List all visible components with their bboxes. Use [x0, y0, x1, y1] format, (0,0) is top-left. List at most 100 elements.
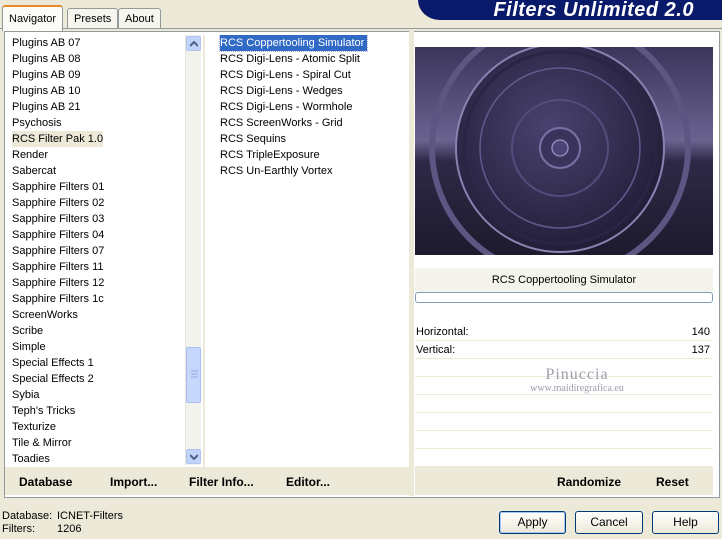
param-empty-row — [415, 431, 713, 449]
category-item-label: Tile & Mirror — [12, 437, 72, 449]
param-vertical[interactable]: Vertical: 137 — [415, 342, 713, 359]
category-item[interactable]: Scribe — [9, 323, 185, 339]
scroll-up-button[interactable] — [186, 36, 201, 51]
filter-item[interactable]: RCS Un-Earthly Vortex — [217, 163, 407, 179]
filter-item-label: RCS TripleExposure — [220, 149, 320, 161]
category-item-label: Render — [12, 149, 49, 161]
tab-presets[interactable]: Presets — [67, 8, 119, 29]
param-value: 137 — [691, 344, 710, 356]
editor-button[interactable]: Editor... — [286, 475, 330, 489]
category-item[interactable]: Sapphire Filters 07 — [9, 243, 185, 259]
category-item[interactable]: Tile & Mirror — [9, 435, 185, 451]
chevron-down-icon — [190, 454, 198, 460]
status-value: ICNET-Filters — [57, 510, 123, 522]
status-label: Filters: — [2, 523, 35, 535]
category-item[interactable]: Sapphire Filters 01 — [9, 179, 185, 195]
category-item[interactable]: Sybia — [9, 387, 185, 403]
filter-item-label: RCS Un-Earthly Vortex — [220, 165, 333, 177]
filter-item[interactable]: RCS Digi-Lens - Wormhole — [217, 99, 407, 115]
category-item-label: Simple — [12, 341, 46, 353]
tab-divider — [0, 28, 722, 29]
cancel-button[interactable]: Cancel — [575, 511, 643, 534]
category-item[interactable]: Texturize — [9, 419, 185, 435]
category-item-label: Special Effects 2 — [12, 373, 94, 385]
category-item[interactable]: Psychosis — [9, 115, 185, 131]
scroll-down-button[interactable] — [186, 449, 201, 464]
header-banner: Filters Unlimited 2.0 — [418, 0, 722, 21]
filter-item[interactable]: RCS Digi-Lens - Atomic Split — [217, 51, 407, 67]
category-item-label: Scribe — [12, 325, 44, 337]
category-item-label: ScreenWorks — [12, 309, 78, 321]
category-item[interactable]: Special Effects 1 — [9, 355, 185, 371]
preview-image — [415, 47, 713, 255]
param-empty-row — [415, 395, 713, 413]
category-item-label: Psychosis — [12, 117, 62, 129]
category-item-label: Sapphire Filters 01 — [12, 181, 105, 193]
filter-item[interactable]: RCS Sequins — [217, 131, 407, 147]
category-item[interactable]: Plugins AB 08 — [9, 51, 185, 67]
help-button[interactable]: Help — [652, 511, 719, 534]
param-horizontal[interactable]: Horizontal: 140 — [415, 324, 713, 341]
watermark-url: www.maidiregrafica.eu — [530, 383, 624, 394]
category-list[interactable]: Plugins AB 07 Plugins AB 08 Plugins AB 09 P… — [9, 35, 185, 467]
category-item[interactable]: Plugins AB 07 — [9, 35, 185, 51]
filter-item[interactable]: RCS Digi-Lens - Spiral Cut — [217, 67, 407, 83]
filter-item-label: RCS Digi-Lens - Wedges — [220, 85, 343, 97]
filter-item[interactable]: RCS Digi-Lens - Wedges — [217, 83, 407, 99]
filter-item-label: RCS Digi-Lens - Atomic Split — [220, 53, 360, 65]
category-item-label: Plugins AB 08 — [12, 53, 81, 65]
category-item-label: Plugins AB 07 — [12, 37, 81, 49]
category-item-label: Sabercat — [12, 165, 57, 177]
category-item[interactable]: Sabercat — [9, 163, 185, 179]
param-empty-row — [415, 449, 713, 467]
separator — [409, 31, 414, 496]
watermark-name: Pinuccia — [545, 366, 609, 383]
category-item[interactable]: Sapphire Filters 11 — [9, 259, 185, 275]
import-button[interactable]: Import... — [110, 475, 157, 489]
reset-button[interactable]: Reset — [656, 475, 689, 489]
filter-item-label: RCS Digi-Lens - Spiral Cut — [220, 69, 351, 81]
category-item[interactable]: Sapphire Filters 1c — [9, 291, 185, 307]
category-item-label: Sapphire Filters 07 — [12, 245, 105, 257]
filter-item-label: RCS ScreenWorks - Grid — [220, 117, 343, 129]
watermark: Pinuccia www.maidiregrafica.eu — [512, 366, 642, 394]
category-item[interactable]: Sapphire Filters 12 — [9, 275, 185, 291]
category-item-label: Sapphire Filters 03 — [12, 213, 105, 225]
category-item-label: Sapphire Filters 1c — [12, 293, 104, 305]
category-item[interactable]: Plugins AB 10 — [9, 83, 185, 99]
status-value: 1206 — [57, 523, 82, 535]
category-item[interactable]: Plugins AB 09 — [9, 67, 185, 83]
category-item-label: Teph's Tricks — [12, 405, 76, 417]
scroll-thumb[interactable] — [186, 347, 201, 403]
category-item[interactable]: Render — [9, 147, 185, 163]
category-item-label: Toadies — [12, 453, 50, 465]
category-item[interactable]: Plugins AB 21 — [9, 99, 185, 115]
category-item-label: Sapphire Filters 11 — [12, 261, 104, 273]
category-item[interactable]: Toadies — [9, 451, 185, 467]
filter-item[interactable]: RCS ScreenWorks - Grid — [217, 115, 407, 131]
tab-navigator[interactable]: Navigator — [2, 5, 64, 31]
filter-item[interactable]: RCS Coppertooling Simulator — [217, 35, 407, 52]
database-button[interactable]: Database — [19, 475, 72, 489]
category-item[interactable]: Sapphire Filters 03 — [9, 211, 185, 227]
category-scrollbar[interactable] — [185, 35, 201, 465]
tab-about[interactable]: About — [118, 8, 161, 29]
category-item[interactable]: Sapphire Filters 04 — [9, 227, 185, 243]
filter-list[interactable]: RCS Coppertooling Simulator RCS Digi-Lens… — [217, 35, 407, 467]
category-item[interactable]: Special Effects 2 — [9, 371, 185, 387]
category-item-label: Plugins AB 21 — [12, 101, 81, 113]
category-item-label: Sybia — [12, 389, 40, 401]
randomize-button[interactable]: Randomize — [557, 475, 621, 489]
filter-item[interactable]: RCS TripleExposure — [217, 147, 407, 163]
category-item[interactable]: RCS Filter Pak 1.0 — [9, 131, 185, 147]
category-item[interactable]: Simple — [9, 339, 185, 355]
category-item[interactable]: Sapphire Filters 02 — [9, 195, 185, 211]
status-filters: Filters: 1206 — [2, 523, 81, 535]
app-title: Filters Unlimited 2.0 — [493, 0, 694, 21]
apply-button[interactable]: Apply — [499, 511, 566, 534]
filter-item-label: RCS Sequins — [220, 133, 287, 145]
category-item[interactable]: Teph's Tricks — [9, 403, 185, 419]
category-item[interactable]: ScreenWorks — [9, 307, 185, 323]
filter-info-button[interactable]: Filter Info... — [189, 475, 254, 489]
filter-item-label: RCS Coppertooling Simulator — [218, 35, 369, 52]
